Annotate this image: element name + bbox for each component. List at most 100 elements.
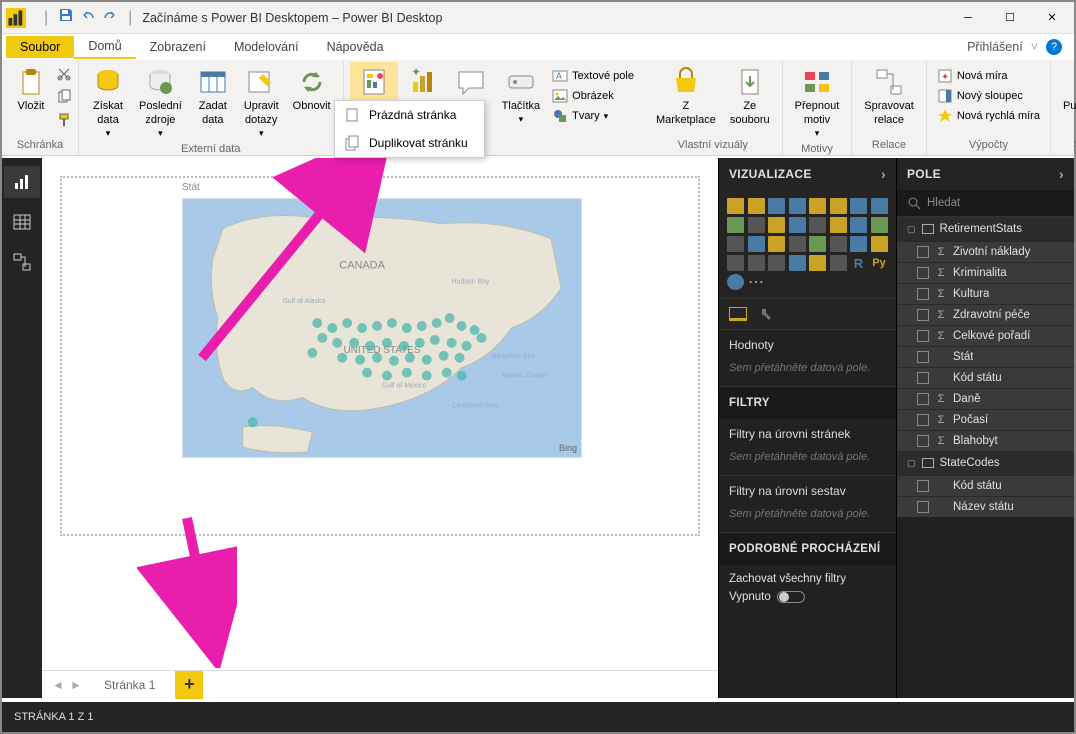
field-row[interactable]: Kód státu — [897, 475, 1074, 496]
viz-scatter[interactable] — [830, 217, 847, 233]
image-button[interactable]: Obrázek — [548, 86, 638, 106]
textbox-button[interactable]: ATextové pole — [548, 66, 638, 86]
field-row[interactable]: ΣZdravotní péče — [897, 304, 1074, 325]
fields-tab-icon[interactable] — [729, 307, 747, 321]
from-file-button[interactable]: Ze souboru — [724, 62, 776, 132]
values-drop-zone[interactable]: Sem přetáhněte datová pole. — [729, 358, 886, 378]
menu-help[interactable]: Nápověda — [313, 36, 398, 58]
save-icon[interactable] — [58, 7, 74, 28]
menu-view[interactable]: Zobrazení — [136, 36, 220, 58]
switch-theme-button[interactable]: Přepnout motiv▾ — [789, 62, 846, 143]
buttons-button[interactable]: Tlačítka▾ — [496, 62, 547, 129]
field-checkbox[interactable] — [917, 309, 929, 321]
field-row[interactable]: ΣŽivotní náklady — [897, 241, 1074, 262]
collapse-fields-icon[interactable]: › — [1059, 166, 1064, 182]
field-row[interactable]: ΣCelkové pořadí — [897, 325, 1074, 346]
viz-filled-map[interactable] — [768, 236, 785, 252]
viz-stacked-col[interactable] — [748, 198, 765, 214]
viz-shape-map[interactable] — [727, 274, 744, 290]
field-checkbox[interactable] — [917, 246, 929, 258]
field-row[interactable]: ΣKultura — [897, 283, 1074, 304]
close-button[interactable]: ✕ — [1034, 4, 1070, 32]
minimize-button[interactable]: ─ — [950, 4, 986, 32]
menu-modeling[interactable]: Modelování — [220, 36, 313, 58]
viz-kpi[interactable] — [871, 236, 888, 252]
viz-gauge[interactable] — [809, 236, 826, 252]
viz-multi-card[interactable] — [850, 236, 867, 252]
page-filters-drop[interactable]: Sem přetáhněte datová pole. — [729, 447, 886, 467]
field-row[interactable]: ΣPočasí — [897, 409, 1074, 430]
viz-treemap[interactable] — [727, 236, 744, 252]
undo-icon[interactable] — [80, 7, 96, 28]
field-checkbox[interactable] — [917, 351, 929, 363]
report-filters-drop[interactable]: Sem přetáhněte datová pole. — [729, 504, 886, 524]
viz-funnel[interactable] — [789, 236, 806, 252]
next-page-button[interactable]: ► — [68, 675, 84, 695]
field-row[interactable]: ΣBlahobyt — [897, 430, 1074, 451]
keep-filters-toggle[interactable]: Vypnuto — [729, 591, 805, 603]
viz-more[interactable]: ⋯ — [748, 274, 765, 290]
menu-file[interactable]: Soubor — [6, 36, 74, 58]
viz-clustered-col[interactable] — [789, 198, 806, 214]
field-checkbox[interactable] — [917, 372, 929, 384]
report-view-button[interactable] — [4, 166, 40, 198]
add-page-button[interactable]: + — [175, 671, 203, 699]
viz-r[interactable]: R — [850, 255, 867, 271]
viz-ribbon[interactable] — [789, 217, 806, 233]
quick-measure-button[interactable]: Nová rychlá míra — [933, 106, 1044, 126]
viz-table[interactable] — [748, 255, 765, 271]
field-row[interactable]: Kód státu — [897, 367, 1074, 388]
prev-page-button[interactable]: ◄ — [50, 675, 66, 695]
maximize-button[interactable]: ☐ — [992, 4, 1028, 32]
viz-waterfall[interactable] — [809, 217, 826, 233]
collapse-viz-icon[interactable]: › — [881, 166, 886, 182]
field-row[interactable]: Stát — [897, 346, 1074, 367]
shapes-button[interactable]: Tvary ▾ — [548, 106, 638, 126]
field-checkbox[interactable] — [917, 414, 929, 426]
page-tab-1[interactable]: Stránka 1 — [86, 674, 173, 696]
help-icon[interactable]: ? — [1046, 39, 1062, 55]
field-checkbox[interactable] — [917, 393, 929, 405]
manage-relations-button[interactable]: Spravovat relace — [858, 62, 920, 132]
viz-clustered-bar[interactable] — [768, 198, 785, 214]
report-page[interactable]: Stát CANADA UNITED STATES Hudson Bay Gul… — [60, 176, 700, 536]
viz-slicer[interactable] — [727, 255, 744, 271]
viz-stacked-area[interactable] — [727, 217, 744, 233]
viz-stacked-bar[interactable] — [727, 198, 744, 214]
paste-button[interactable]: Vložit — [8, 62, 54, 118]
table-StateCodes[interactable]: ▢StateCodes — [897, 451, 1074, 475]
viz-powerapps[interactable] — [809, 255, 826, 271]
format-painter-icon[interactable] — [56, 112, 72, 131]
publish-button[interactable]: Publikovat — [1057, 62, 1076, 118]
viz-key-influencers[interactable] — [830, 255, 847, 271]
table-RetirementStats[interactable]: ▢RetirementStats — [897, 217, 1074, 241]
viz-map[interactable] — [748, 236, 765, 252]
field-checkbox[interactable] — [917, 267, 929, 279]
viz-combo1[interactable] — [748, 217, 765, 233]
duplicate-page-item[interactable]: Duplikovat stránku — [335, 129, 484, 157]
viz-combo2[interactable] — [768, 217, 785, 233]
new-column-button[interactable]: Nový sloupec — [933, 86, 1044, 106]
field-checkbox[interactable] — [917, 288, 929, 300]
copy-icon[interactable] — [56, 89, 72, 108]
field-row[interactable]: ΣKriminalita — [897, 262, 1074, 283]
get-data-button[interactable]: Získat data▾ — [85, 62, 131, 143]
format-tab-icon[interactable] — [759, 307, 777, 321]
signin-link[interactable]: Přihlášení — [967, 40, 1023, 54]
viz-100-bar[interactable] — [809, 198, 826, 214]
field-checkbox[interactable] — [917, 480, 929, 492]
viz-card[interactable] — [830, 236, 847, 252]
viz-python[interactable]: Py — [871, 255, 888, 271]
viz-matrix[interactable] — [768, 255, 785, 271]
field-row[interactable]: ΣDaně — [897, 388, 1074, 409]
blank-page-item[interactable]: Prázdná stránka — [335, 101, 484, 129]
new-measure-button[interactable]: ✦Nová míra — [933, 66, 1044, 86]
data-view-button[interactable] — [4, 206, 40, 238]
viz-100-col[interactable] — [830, 198, 847, 214]
refresh-button[interactable]: Obnovit — [287, 62, 337, 118]
fields-search[interactable]: Hledat — [897, 190, 1074, 217]
menu-home[interactable]: Domů — [74, 35, 135, 59]
viz-donut[interactable] — [871, 217, 888, 233]
edit-queries-button[interactable]: Upravit dotazy▾ — [238, 62, 285, 143]
enter-data-button[interactable]: Zadat data — [190, 62, 236, 132]
